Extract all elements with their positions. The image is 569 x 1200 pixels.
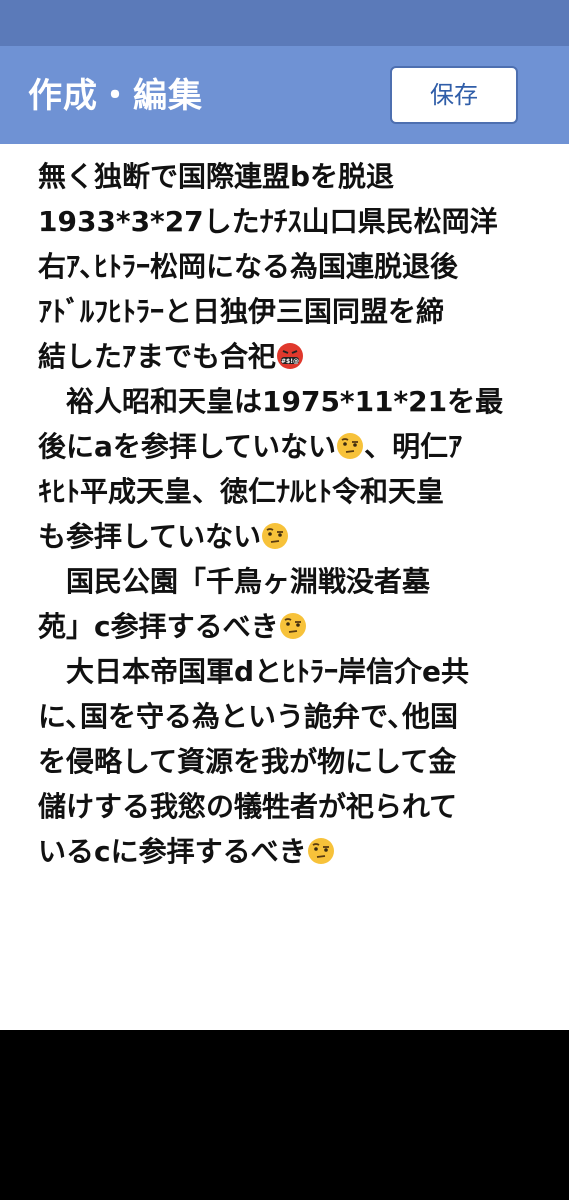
svg-text:#$!@: #$!@ — [281, 358, 299, 365]
text-line: ｱﾄﾞﾙﾌﾋﾄﾗｰと日独伊三国同盟を締 — [38, 295, 445, 328]
text-line: 大日本帝国軍dとﾋﾄﾗｰ岸信介e共 — [38, 655, 470, 688]
text-line: 裕人昭和天皇は1975*11*21を最 — [38, 385, 504, 418]
text-line: 苑」c参拝するべき — [38, 604, 543, 649]
text-line: 後にaを参拝していない 、明仁ｱ — [38, 430, 463, 463]
raised-eyebrow-face-icon — [337, 433, 364, 459]
text-line: ｷﾋﾄ平成天皇、徳仁ﾅﾙﾋﾄ令和天皇 — [38, 475, 445, 508]
cursing-face-icon: #$!@ — [277, 343, 304, 369]
raised-eyebrow-face-icon — [262, 523, 289, 549]
text-line: 儲けする我慾の犠牲者が祀られて — [38, 790, 458, 823]
navigation-bar — [0, 1030, 569, 1200]
raised-eyebrow-face-icon — [279, 613, 306, 639]
text-line: も参拝していない — [38, 514, 543, 559]
text-line: に､国を守る為という詭弁で､他国 — [38, 700, 459, 733]
text-line: 無く独断で国際連盟bを脱退 — [38, 160, 395, 193]
text-line: 国民公園「千鳥ヶ淵戦没者墓 — [38, 565, 431, 598]
text-line: を侵略して資源を我が物にして金 — [38, 745, 457, 778]
save-button[interactable]: 保存 — [390, 66, 518, 124]
text-line: いるcに参拝するべき — [38, 829, 543, 874]
text-line: 右ｱ､ﾋﾄﾗｰ松岡になる為国連脱退後 — [38, 250, 459, 283]
page-title: 作成・編集 — [28, 76, 203, 116]
app-bar: 作成・編集 保存 — [0, 46, 569, 144]
raised-eyebrow-face-icon — [307, 838, 334, 864]
text-line: 1933*3*27したﾅﾁｽ山口県民松岡洋 — [38, 205, 498, 238]
text-editor[interactable]: 無く独断で国際連盟bを脱退 1933*3*27したﾅﾁｽ山口県民松岡洋 右ｱ､ﾋ… — [0, 144, 569, 1030]
editor-text[interactable]: 無く独断で国際連盟bを脱退 1933*3*27したﾅﾁｽ山口県民松岡洋 右ｱ､ﾋ… — [38, 154, 543, 874]
text-line: 結したｱまでも合祀 #$!@ — [38, 334, 543, 379]
status-bar — [0, 0, 569, 46]
